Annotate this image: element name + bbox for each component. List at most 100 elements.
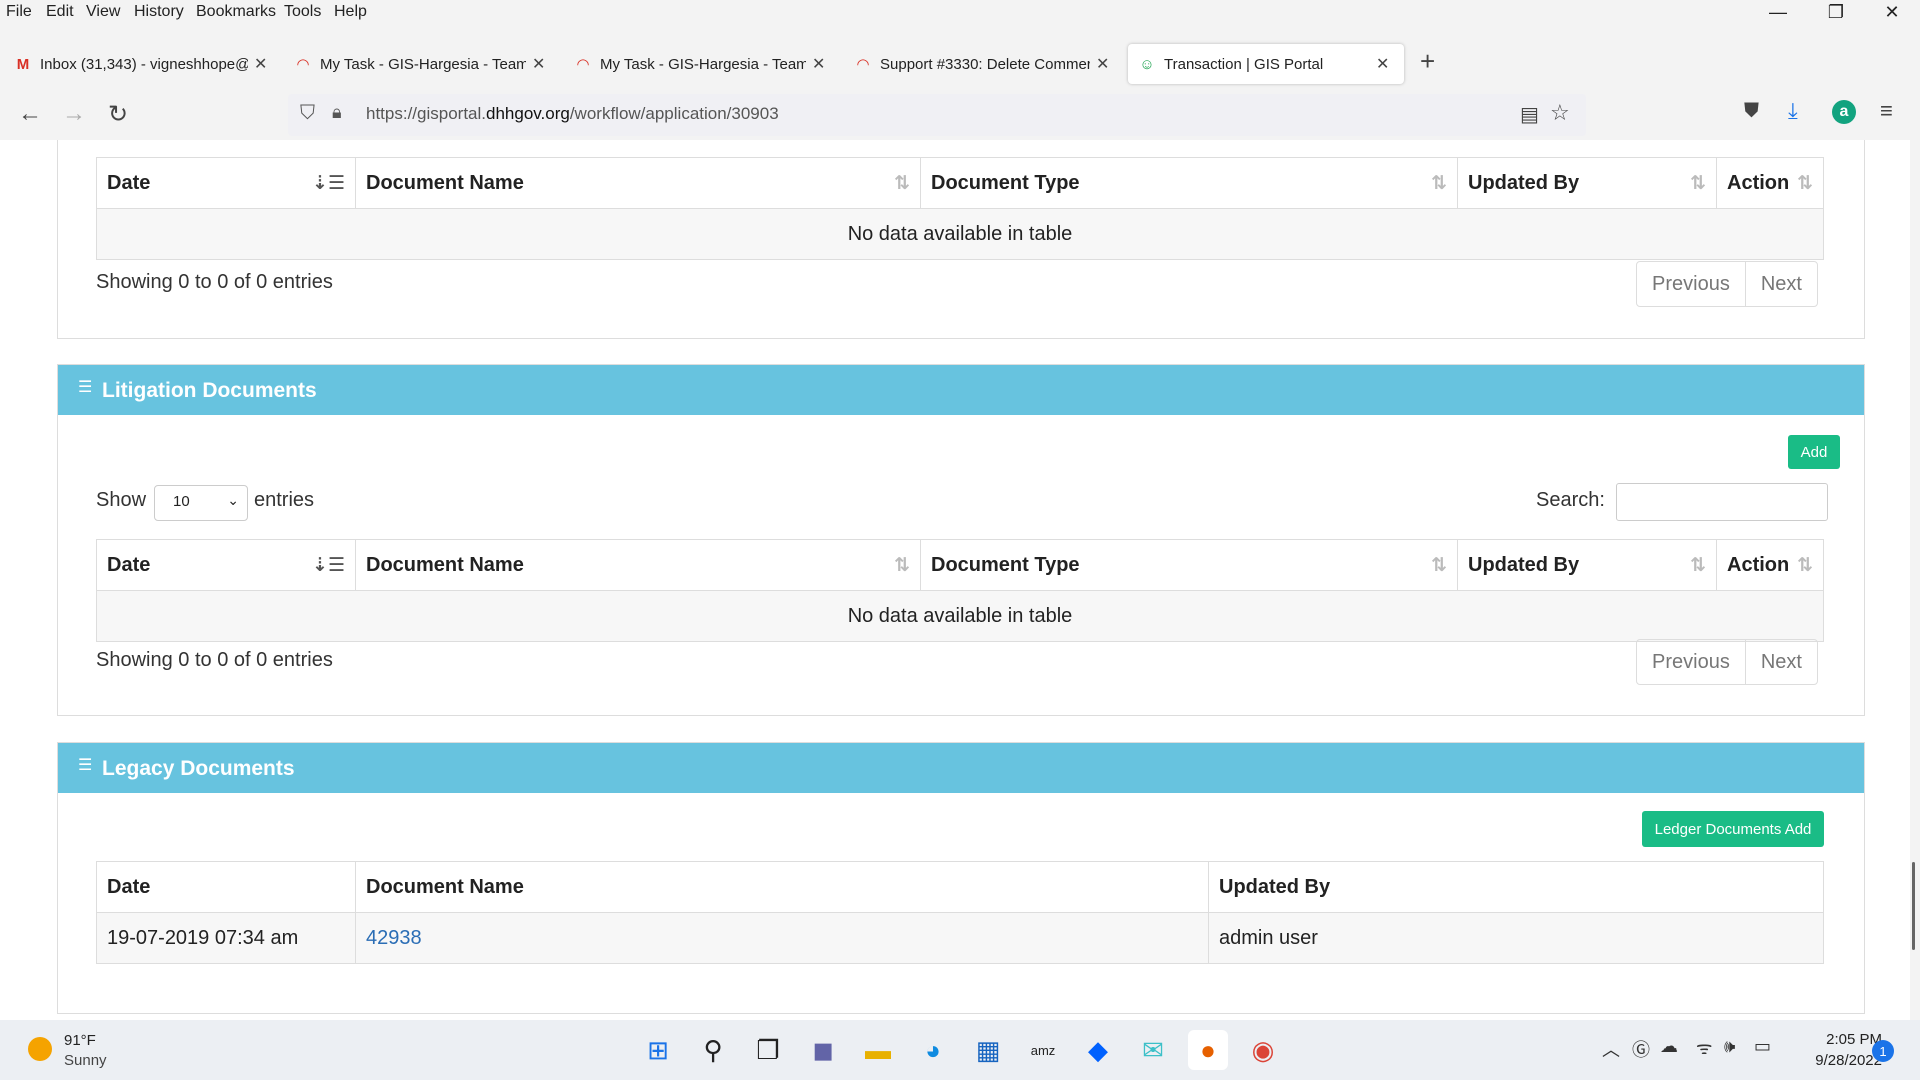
col-date[interactable]: Date ⇣☰ bbox=[96, 539, 356, 591]
new-tab-icon[interactable]: + bbox=[1420, 46, 1435, 77]
menu-file[interactable]: File bbox=[6, 3, 32, 21]
close-tab-icon[interactable]: ✕ bbox=[1096, 54, 1109, 74]
forward-icon[interactable]: → bbox=[62, 100, 86, 128]
pocket-icon[interactable]: ⛊ bbox=[1744, 100, 1759, 123]
grammarly-icon[interactable]: Ⓖ bbox=[1632, 1036, 1650, 1062]
sort-icon[interactable]: ⇅ bbox=[1431, 554, 1447, 577]
entries-length-select[interactable]: 10 ⌄ bbox=[154, 485, 248, 521]
tab-teams-1[interactable]: ◠ My Task - GIS-Hargesia - Teams ✕ bbox=[292, 44, 546, 84]
menu-bookmarks[interactable]: Bookmarks bbox=[196, 3, 276, 21]
next-button[interactable]: Next bbox=[1746, 262, 1817, 306]
document-link[interactable]: 42938 bbox=[366, 927, 422, 949]
lock-icon[interactable]: 🔒︎ bbox=[332, 102, 342, 123]
show-label: Show bbox=[96, 489, 147, 511]
clock-time[interactable]: 2:05 PM bbox=[1808, 1031, 1882, 1048]
battery-icon[interactable]: ▭ bbox=[1754, 1036, 1771, 1057]
col-action[interactable]: Action ⇅ bbox=[1716, 539, 1824, 591]
back-icon[interactable]: ← bbox=[18, 100, 42, 128]
previous-button[interactable]: Previous bbox=[1637, 262, 1745, 306]
wifi-icon[interactable]: ᯤ bbox=[1696, 1036, 1712, 1060]
tab-label: Transaction | GIS Portal bbox=[1164, 55, 1324, 73]
edge-icon[interactable]: ◕ bbox=[913, 1030, 953, 1070]
sort-icon[interactable]: ⇅ bbox=[894, 554, 910, 577]
url-bar[interactable]: ⛉ 🔒︎ https://gisportal.dhhgov.org/workfl… bbox=[288, 94, 1586, 136]
list-icon: ☰ bbox=[78, 757, 93, 774]
sort-icon[interactable]: ⇅ bbox=[1690, 172, 1706, 195]
ledger-documents-add-button[interactable]: Ledger Documents Add bbox=[1642, 811, 1824, 847]
restore-icon[interactable]: ❐ bbox=[1816, 2, 1856, 23]
next-button[interactable]: Next bbox=[1746, 640, 1817, 684]
reload-icon[interactable]: ↻ bbox=[108, 100, 128, 129]
sort-icon[interactable]: ⇅ bbox=[1797, 172, 1813, 195]
col-date[interactable]: Date ⇣☰ bbox=[96, 157, 356, 209]
menu-edit[interactable]: Edit bbox=[46, 3, 74, 21]
onedrive-icon[interactable]: ☁ bbox=[1660, 1036, 1678, 1057]
search-input[interactable] bbox=[1616, 483, 1828, 521]
documents-table-top: Date ⇣☰ Document Name ⇅ Document Type ⇅ Upd… bbox=[96, 157, 1824, 260]
clock-date[interactable]: 9/28/2022 bbox=[1790, 1052, 1882, 1069]
amazon-icon[interactable]: amz bbox=[1023, 1030, 1063, 1070]
tab-gmail[interactable]: M Inbox (31,343) - vigneshhope@g ✕ bbox=[12, 44, 270, 84]
pagination: Previous Next bbox=[1636, 639, 1818, 685]
volume-icon[interactable]: 🕪︎ bbox=[1724, 1036, 1735, 1057]
weather-temperature[interactable]: 91°F bbox=[64, 1032, 96, 1049]
col-updated-by[interactable]: Updated By ⇅ bbox=[1457, 539, 1717, 591]
search-icon[interactable]: ⚲ bbox=[693, 1030, 733, 1070]
tab-support[interactable]: ◠ Support #3330: Delete Commer ✕ bbox=[852, 44, 1110, 84]
col-document-type[interactable]: Document Type ⇅ bbox=[920, 539, 1458, 591]
close-tab-icon[interactable]: ✕ bbox=[812, 54, 825, 74]
chrome-icon[interactable]: ◉ bbox=[1243, 1030, 1283, 1070]
download-icon[interactable]: ⤓ bbox=[1788, 98, 1798, 124]
add-button[interactable]: Add bbox=[1788, 435, 1840, 469]
menu-view[interactable]: View bbox=[86, 3, 120, 21]
task-view-icon[interactable]: ❐ bbox=[748, 1030, 788, 1070]
reader-view-icon[interactable]: ▤ bbox=[1520, 102, 1539, 127]
col-updated-by[interactable]: Updated By ⇅ bbox=[1457, 157, 1717, 209]
sort-icon[interactable]: ⇅ bbox=[1431, 172, 1447, 195]
sort-desc-icon[interactable]: ⇣☰ bbox=[312, 172, 345, 195]
sort-icon[interactable]: ⇅ bbox=[1797, 554, 1813, 577]
col-document-name[interactable]: Document Name ⇅ bbox=[355, 157, 921, 209]
menu-hamburger-icon[interactable]: ≡ bbox=[1880, 98, 1893, 124]
dropbox-icon[interactable]: ◆ bbox=[1078, 1030, 1118, 1070]
shield-icon[interactable]: ⛉ bbox=[300, 102, 315, 125]
weather-condition[interactable]: Sunny bbox=[64, 1052, 107, 1069]
store-icon[interactable]: ▦ bbox=[968, 1030, 1008, 1070]
tab-teams-2[interactable]: ◠ My Task - GIS-Hargesia - Teams ✕ bbox=[572, 44, 826, 84]
file-explorer-icon[interactable]: ▬ bbox=[858, 1030, 898, 1070]
firefox-icon[interactable]: ● bbox=[1188, 1030, 1228, 1070]
teams-chat-icon[interactable]: ◼ bbox=[803, 1030, 843, 1070]
notification-badge[interactable]: 1 bbox=[1872, 1040, 1894, 1062]
minimize-icon[interactable]: — bbox=[1758, 2, 1798, 23]
chevron-down-icon: ⌄ bbox=[227, 492, 239, 508]
litigation-documents-card: ☰ Litigation Documents Add Show 10 ⌄ ent… bbox=[57, 364, 1865, 716]
close-window-icon[interactable]: ✕ bbox=[1872, 2, 1912, 23]
col-document-type[interactable]: Document Type ⇅ bbox=[920, 157, 1458, 209]
close-tab-icon[interactable]: ✕ bbox=[254, 54, 267, 74]
chevron-up-icon[interactable]: ︿ bbox=[1602, 1036, 1620, 1062]
mail-app-icon[interactable]: ✉ bbox=[1133, 1030, 1173, 1070]
url-text[interactable]: https://gisportal.dhhgov.org/workflow/ap… bbox=[366, 104, 779, 124]
sort-desc-icon[interactable]: ⇣☰ bbox=[312, 554, 345, 577]
menu-help[interactable]: Help bbox=[334, 3, 367, 21]
start-icon[interactable]: ⊞ bbox=[638, 1030, 678, 1070]
extension-a-icon[interactable]: a bbox=[1832, 100, 1856, 124]
cell-updated-by: admin user bbox=[1208, 912, 1824, 964]
bookmark-star-icon[interactable]: ☆ bbox=[1550, 100, 1570, 126]
sort-icon[interactable]: ⇅ bbox=[894, 172, 910, 195]
menu-history[interactable]: History bbox=[134, 3, 184, 21]
sun-icon[interactable] bbox=[28, 1037, 52, 1061]
card-header: ☰ Litigation Documents bbox=[58, 365, 1864, 415]
col-action[interactable]: Action ⇅ bbox=[1716, 157, 1824, 209]
close-tab-icon[interactable]: ✕ bbox=[532, 54, 545, 74]
menu-tools[interactable]: Tools bbox=[284, 3, 321, 21]
previous-button[interactable]: Previous bbox=[1637, 640, 1745, 684]
sort-icon[interactable]: ⇅ bbox=[1690, 554, 1706, 577]
gis-portal-icon: ☺ bbox=[1139, 55, 1155, 73]
close-tab-icon[interactable]: ✕ bbox=[1376, 54, 1389, 74]
card-header: ☰ Legacy Documents bbox=[58, 743, 1864, 793]
scrollbar-thumb[interactable] bbox=[1912, 862, 1915, 950]
col-document-name[interactable]: Document Name ⇅ bbox=[355, 539, 921, 591]
tab-bar: M Inbox (31,343) - vigneshhope@g ✕ ◠ My … bbox=[0, 40, 1920, 84]
tab-transaction[interactable]: ☺ Transaction | GIS Portal ✕ bbox=[1128, 44, 1404, 84]
